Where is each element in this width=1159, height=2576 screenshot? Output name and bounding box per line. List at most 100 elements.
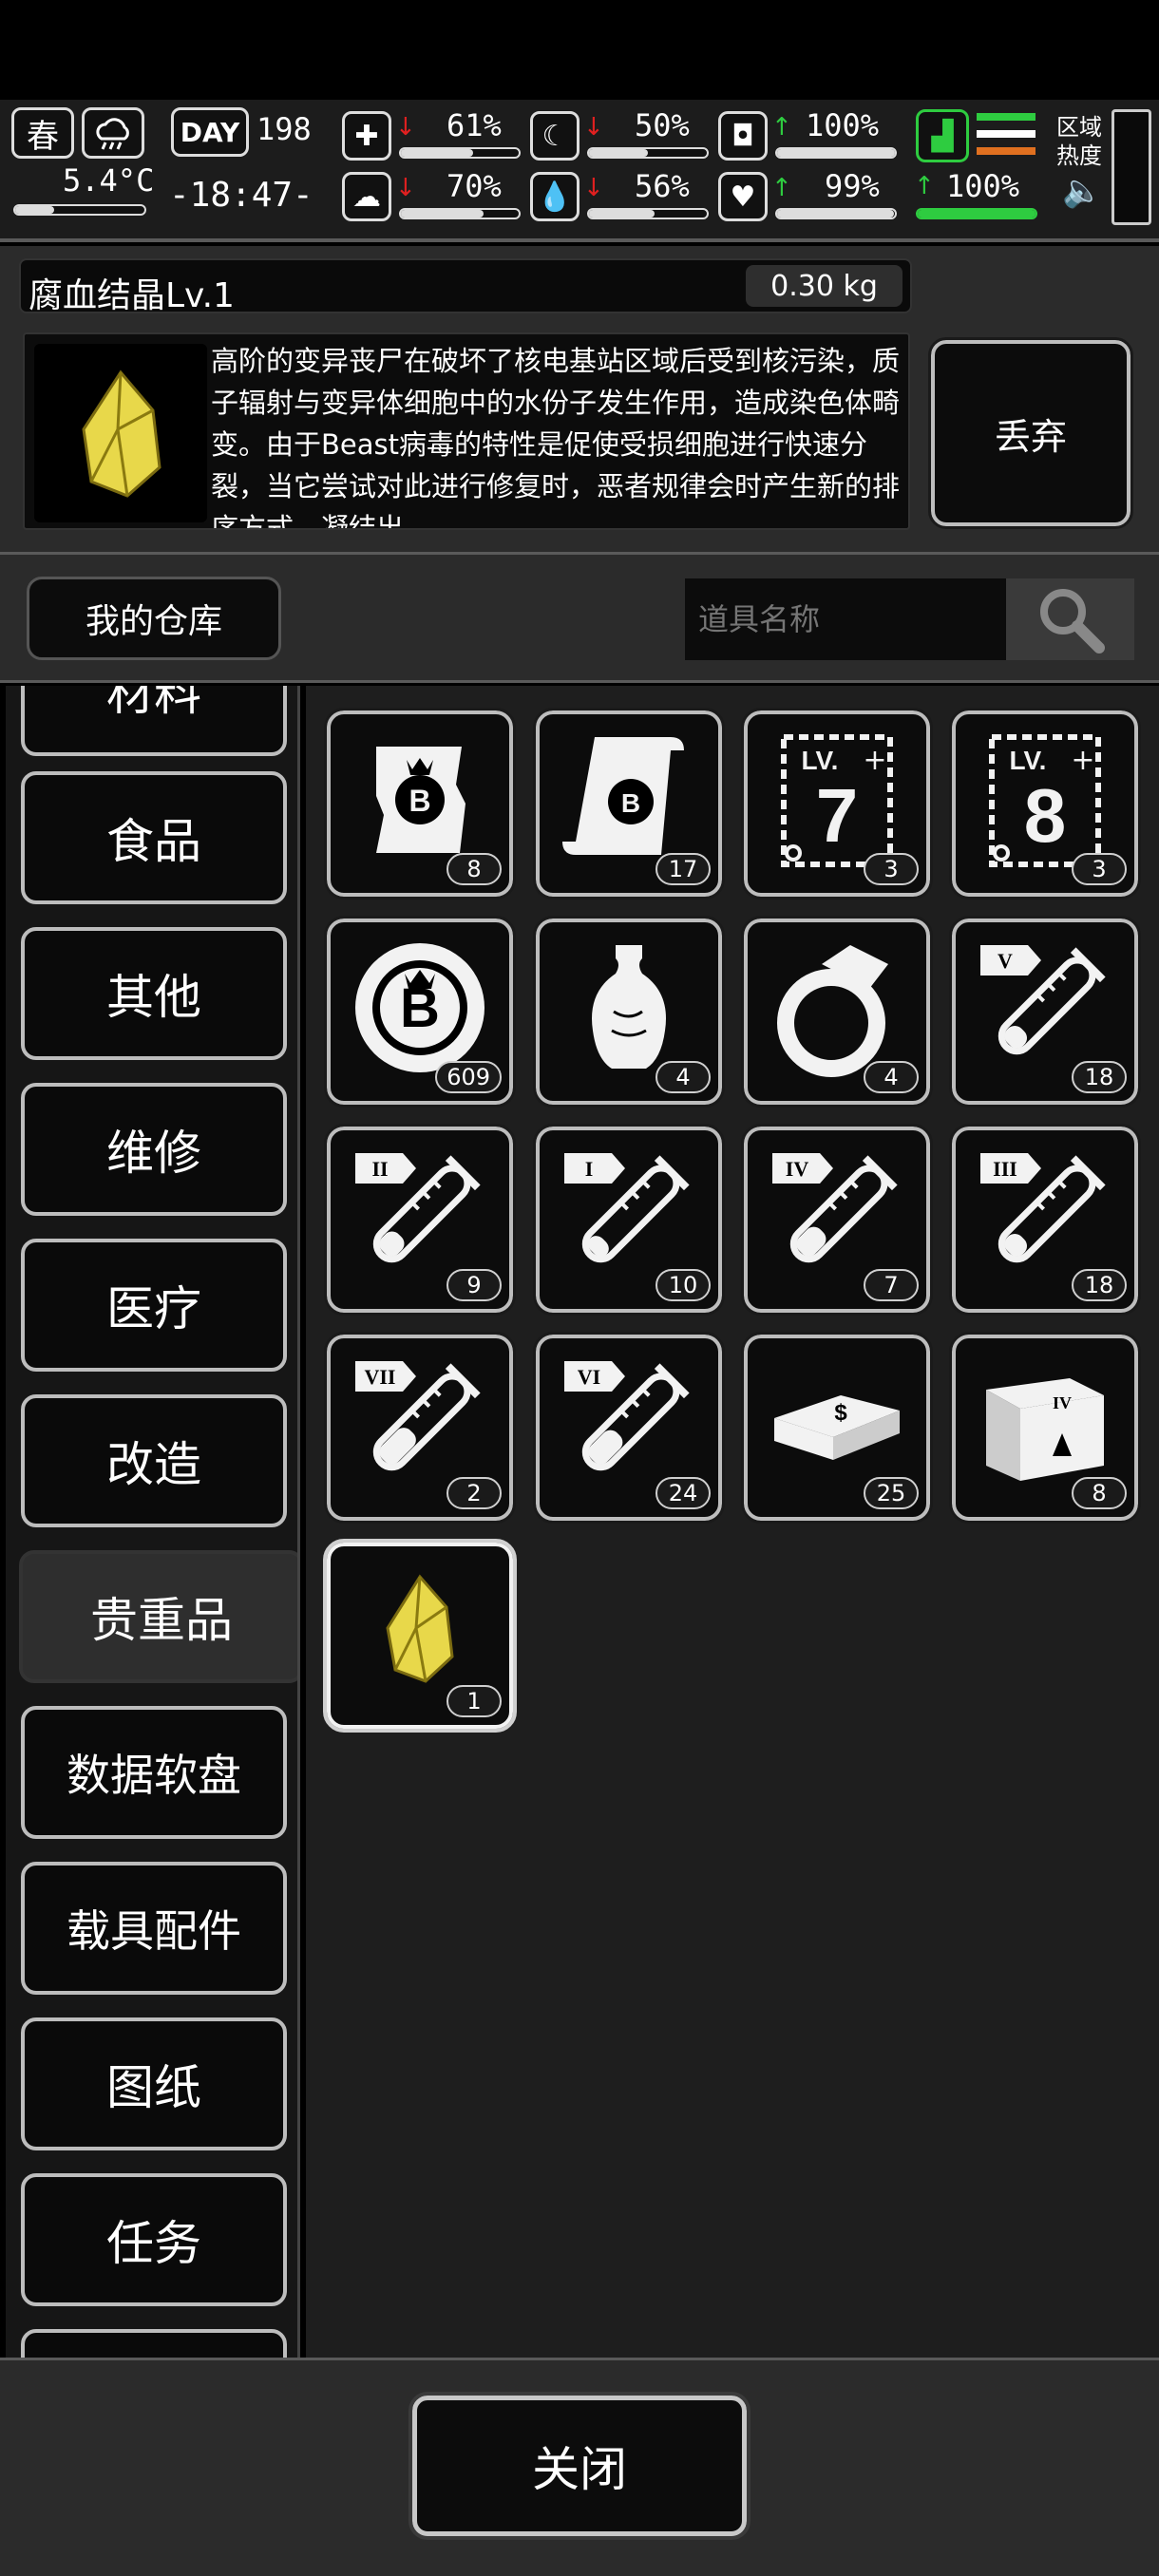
discard-button[interactable]: 丢弃 [928, 337, 1133, 529]
svg-text:B: B [408, 784, 430, 818]
stat-health-bar [399, 147, 521, 159]
warehouse-button[interactable]: 我的仓库 [27, 577, 281, 660]
svg-text:IV: IV [1053, 1393, 1072, 1412]
svg-text:VI: VI [578, 1365, 600, 1389]
inventory-slot[interactable]: B 609 [324, 916, 516, 1108]
sound-icon[interactable]: 🔈 [1062, 172, 1102, 210]
inventory-slot[interactable]: LV. +8 3 [949, 708, 1141, 900]
category-valuables[interactable]: 贵重品 [19, 1550, 297, 1683]
category-repair[interactable]: 维修 [21, 1083, 287, 1216]
stat-hunger-value: 50% [635, 107, 690, 143]
stat-thirst-value: 56% [635, 168, 690, 204]
stat-health-value: 61% [446, 107, 502, 143]
inventory-slot[interactable]: III 18 [949, 1124, 1141, 1316]
speed-line-green [977, 113, 1036, 121]
category-medical[interactable]: 医疗 [21, 1239, 287, 1372]
inventory-slot[interactable]: B 17 [533, 708, 725, 900]
item-name: 腐血结晶Lv.1 [28, 276, 235, 315]
inventory-slot[interactable]: 1 [323, 1539, 517, 1733]
trend-down-icon: ↓ [583, 174, 604, 202]
svg-text:LV.: LV. [802, 746, 839, 775]
inventory-slot[interactable]: 4 [741, 916, 933, 1108]
item-grid: B 8 B 17 LV. +7 3 LV. +8 3 B 609 4 4 V 18 II 9 [306, 686, 1159, 2358]
stat-stamina-value: 100% [946, 168, 1020, 204]
stat-thirst-bar [587, 208, 709, 219]
close-button[interactable]: 关闭 [408, 2392, 750, 2540]
day-counter: 198 [256, 111, 312, 147]
item-count-badge: 25 [864, 1477, 919, 1509]
trend-down-icon: ↓ [395, 174, 416, 202]
category-data-disks[interactable]: 数据软盘 [21, 1706, 287, 1839]
item-count-badge: 3 [1072, 853, 1127, 885]
item-description: 高阶的变异丧尸在破坏了核电基站区域后受到核污染，质子辐射与变异体细胞中的水份子发… [211, 345, 901, 530]
inventory-slot[interactable]: IV 8 [949, 1332, 1141, 1524]
item-count-badge: 24 [656, 1477, 711, 1509]
stat-heart-bar [775, 208, 897, 219]
category-next[interactable] [21, 2329, 287, 2358]
item-weight: 0.30 kg [746, 265, 902, 307]
stat-hunger-bar [587, 147, 709, 159]
item-count-badge: 8 [446, 853, 502, 885]
yellow-crystal-icon [34, 344, 207, 522]
stat-stamina-bar [916, 208, 1037, 219]
item-count-badge: 3 [864, 853, 919, 885]
svg-text:8: 8 [1024, 773, 1067, 858]
svg-text:B: B [621, 788, 640, 818]
category-modify[interactable]: 改造 [21, 1394, 287, 1527]
item-count-badge: 10 [656, 1269, 711, 1301]
search-input[interactable] [685, 578, 1006, 660]
item-count-badge: 1 [446, 1685, 502, 1717]
item-count-badge: 18 [1072, 1061, 1127, 1093]
item-count-badge: 7 [864, 1269, 919, 1301]
trend-up-icon: ↑ [914, 172, 935, 200]
category-other[interactable]: 其他 [21, 927, 287, 1060]
svg-text:+: + [863, 744, 886, 777]
svg-text:VII: VII [364, 1365, 395, 1389]
zone-heat-meter [1112, 109, 1151, 225]
item-count-badge: 9 [446, 1269, 502, 1301]
inventory-slot[interactable]: V 18 [949, 916, 1141, 1108]
item-count-badge: 4 [656, 1061, 711, 1093]
category-vehicle-parts[interactable]: 载具配件 [21, 1862, 287, 1995]
inventory-slot[interactable]: LV. +7 3 [741, 708, 933, 900]
inventory-slot[interactable]: $25 [741, 1332, 933, 1524]
svg-text:II: II [371, 1157, 388, 1181]
category-blueprints[interactable]: 图纸 [21, 2017, 287, 2150]
item-count-badge: 17 [656, 853, 711, 885]
trend-down-icon: ↓ [395, 113, 416, 142]
zone-heat-label: 区域 热度 [1056, 114, 1102, 169]
season-label: 春 [27, 117, 59, 156]
trend-down-icon: ↓ [583, 113, 604, 142]
brain-icon: ☁ [342, 172, 391, 221]
speed-line-orange [977, 147, 1036, 155]
heart-icon: ♥ [718, 172, 768, 221]
search-button[interactable] [1006, 578, 1134, 660]
svg-text:IV: IV [786, 1157, 809, 1181]
boot-icon: ▟ [916, 109, 969, 162]
item-description-box[interactable]: 高阶的变异丧尸在破坏了核电基站区域后受到核污染，质子辐射与变异体细胞中的水份子发… [23, 332, 910, 530]
season-badge: 春 [11, 107, 74, 159]
inventory-slot[interactable]: B8 [324, 708, 516, 900]
inventory-slot[interactable]: II 9 [324, 1124, 516, 1316]
search-icon [1039, 589, 1105, 653]
system-status-bar [0, 0, 1159, 100]
stomach-icon: ☾ [530, 111, 580, 161]
svg-text:III: III [993, 1157, 1017, 1181]
inventory-slot[interactable]: I 10 [533, 1124, 725, 1316]
category-food[interactable]: 食品 [21, 771, 287, 904]
item-count-badge: 609 [435, 1061, 502, 1093]
svg-text:LV.: LV. [1010, 746, 1047, 775]
category-materials[interactable]: 材料 [21, 686, 287, 756]
category-quests[interactable]: 任务 [21, 2173, 287, 2306]
inventory-slot[interactable]: VI 24 [533, 1332, 725, 1524]
clock-readout: -18:47- [169, 176, 314, 215]
svg-text:I: I [585, 1157, 594, 1181]
stat-armor-value: 100% [806, 107, 880, 143]
water-drop-icon: 💧 [530, 172, 580, 221]
inventory-slot[interactable]: VII 2 [324, 1332, 516, 1524]
inventory-slot[interactable]: 4 [533, 916, 725, 1108]
category-sidebar[interactable]: 材料 食品 其他 维修 医疗 改造 贵重品 数据软盘 载具配件 图纸 任务 [6, 686, 300, 2358]
inventory-slot[interactable]: IV 7 [741, 1124, 933, 1316]
svg-text:+: + [1071, 744, 1094, 777]
medkit-icon: ✚ [342, 111, 391, 161]
